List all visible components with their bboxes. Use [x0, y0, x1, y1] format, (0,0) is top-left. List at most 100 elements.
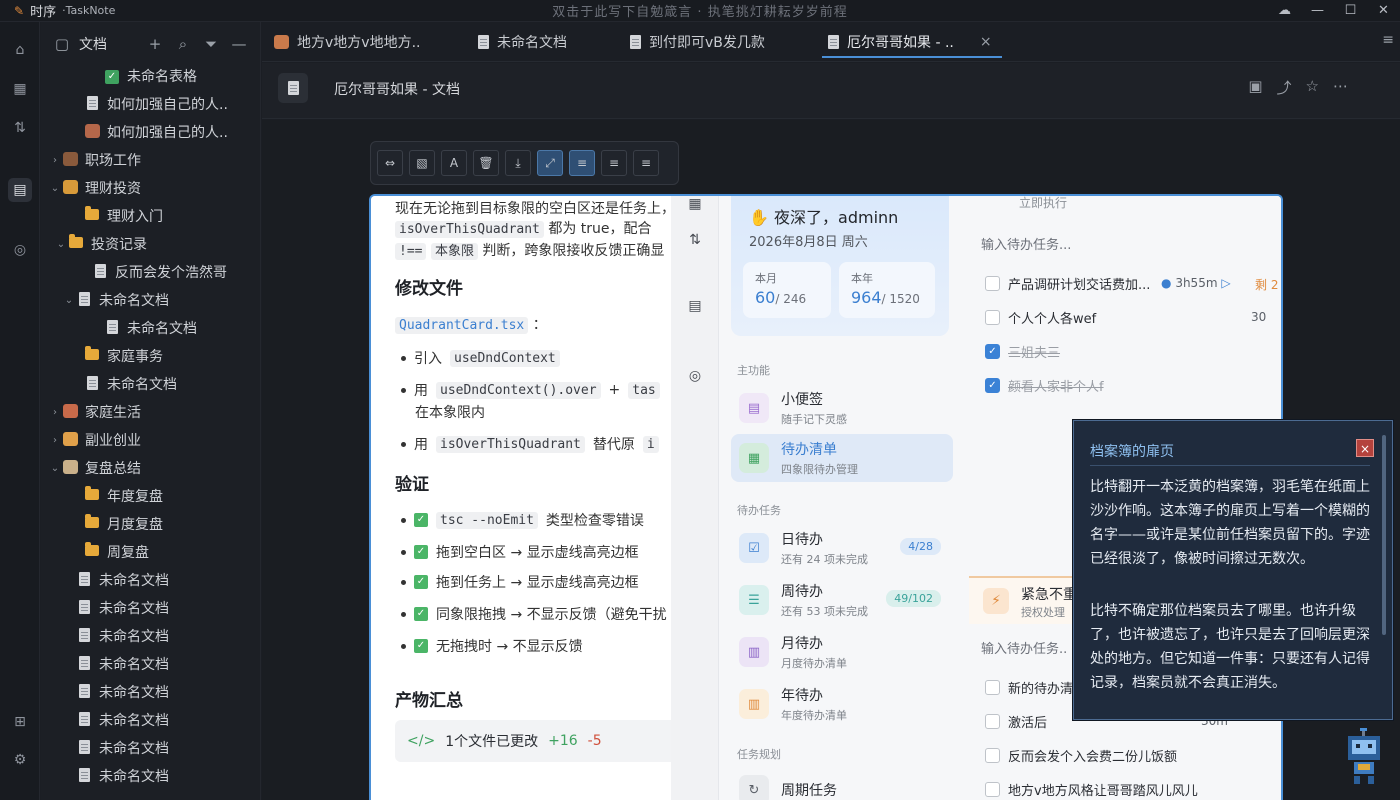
tree-item[interactable]: ✓ 未命名表格: [41, 62, 260, 90]
fit-image-icon[interactable]: ⤢: [537, 150, 563, 176]
time-text: 3h55m: [1175, 276, 1218, 290]
tab-doc-2[interactable]: 未命名文档: [478, 22, 567, 62]
tree-item[interactable]: 如何加强自己的人..: [41, 118, 260, 146]
share-icon[interactable]: ⤴: [1277, 77, 1292, 98]
tree-item[interactable]: 家庭事务: [41, 342, 260, 370]
tab-doc-1[interactable]: 地方v地方v地地方..: [274, 22, 420, 62]
maximize-button[interactable]: ☐: [1334, 0, 1367, 22]
tree-item[interactable]: 未命名文档: [41, 762, 260, 790]
tree-item-label: 未命名文档: [99, 293, 169, 309]
tree-item[interactable]: 未命名文档: [41, 622, 260, 650]
folder-outline-icon: ▢: [54, 35, 70, 53]
tree-item[interactable]: 理财入门: [41, 202, 260, 230]
house-icon: [61, 403, 79, 421]
tab-doc-3[interactable]: 到付即可vB发几款: [630, 22, 765, 62]
todo-item[interactable]: 激活后: [985, 712, 1047, 731]
dialog-close-button[interactable]: ×: [1356, 439, 1374, 457]
tree-item[interactable]: 未命名文档: [41, 650, 260, 678]
todo-item-done[interactable]: ✓ 三姐夫三: [985, 342, 1060, 361]
motto-text[interactable]: 双击于此写下自勉箴言 · 执笔挑灯耕耘岁岁前程: [0, 1, 1400, 20]
resize-icon[interactable]: ⇔: [377, 150, 403, 176]
docs-icon[interactable]: ▤: [8, 178, 32, 202]
clipboard-icon[interactable]: ▣: [1248, 77, 1262, 98]
chevron-icon[interactable]: ⌄: [63, 295, 75, 306]
tab-doc-4-active[interactable]: 厄尔哥哥如果 - .. ×: [822, 22, 1002, 62]
tree-item[interactable]: 如何加强自己的人..: [41, 90, 260, 118]
tree-item-label: 未命名表格: [127, 69, 197, 85]
align-left-icon[interactable]: ≡: [569, 150, 595, 176]
cloud-sync-icon[interactable]: ☁: [1268, 0, 1301, 22]
filter-icon[interactable]: ⏷: [200, 35, 222, 53]
tree-item[interactable]: 未命名文档: [41, 594, 260, 622]
chevron-icon[interactable]: ›: [49, 155, 61, 166]
tree-item[interactable]: 反而会发个浩然哥: [41, 258, 260, 286]
board-icon[interactable]: ▦: [8, 77, 32, 101]
apps-icon[interactable]: ⊞: [8, 710, 32, 734]
search-icon[interactable]: ⌕: [172, 35, 194, 53]
calendar-year-icon: ▥: [739, 689, 769, 719]
dialog-scrollbar[interactable]: [1382, 435, 1386, 635]
tree-item[interactable]: 周复盘: [41, 538, 260, 566]
memo-icon: [61, 459, 79, 477]
tree-item[interactable]: 月度复盘: [41, 510, 260, 538]
title-bar: ✎ 时序 ·TaskNote 双击于此写下自勉箴言 · 执笔挑灯耕耘岁岁前程 ☁ …: [0, 0, 1400, 22]
tree-item[interactable]: ⌄ 复盘总结: [41, 454, 260, 482]
chevron-icon[interactable]: ⌄: [55, 239, 67, 250]
tree-item[interactable]: › 副业创业: [41, 426, 260, 454]
align-right-icon[interactable]: ≡: [633, 150, 659, 176]
caption-icon[interactable]: A: [441, 150, 467, 176]
add-icon[interactable]: +: [144, 35, 166, 53]
tree-item[interactable]: › 职场工作: [41, 146, 260, 174]
todo-input[interactable]: 输入待办任务...: [981, 234, 1071, 253]
sync-icon[interactable]: ⇅: [8, 116, 32, 140]
tree-item[interactable]: ⌄ 投资记录: [41, 230, 260, 258]
minimize-button[interactable]: —: [1301, 0, 1334, 22]
delete-icon[interactable]: 🗑: [473, 150, 499, 176]
intro-text: 都为 true，配合: [548, 221, 652, 237]
close-window-button[interactable]: ✕: [1367, 0, 1400, 22]
todo-text: 产品调研计划交话费加...: [1008, 278, 1151, 293]
tree-item[interactable]: 年度复盘: [41, 482, 260, 510]
tree-item[interactable]: ⌄ 未命名文档: [41, 286, 260, 314]
settings-dot-icon[interactable]: ◎: [8, 238, 32, 262]
chevron-icon[interactable]: ›: [49, 407, 61, 418]
tab-close-button[interactable]: ×: [980, 34, 992, 50]
tree-item[interactable]: 未命名文档: [41, 370, 260, 398]
tree-item[interactable]: › 家庭生活: [41, 398, 260, 426]
chevron-icon[interactable]: ⌄: [49, 463, 61, 474]
stat-number: 964: [851, 288, 882, 307]
download-icon[interactable]: ⤓: [505, 150, 531, 176]
todo-item[interactable]: 产品调研计划交话费加...: [985, 274, 1150, 293]
file-link[interactable]: QuadrantCard.tsx: [395, 317, 529, 334]
doc-icon: [75, 739, 93, 757]
align-center-icon[interactable]: ≡: [601, 150, 627, 176]
tree-item[interactable]: 未命名文档: [41, 678, 260, 706]
stat-total: / 246: [775, 292, 807, 306]
robot-mascot-icon[interactable]: [1340, 728, 1388, 786]
more-icon[interactable]: ⋯: [1333, 77, 1348, 98]
tree-item-label: 年度复盘: [107, 489, 163, 505]
stat-month: 本月 60/ 246: [743, 262, 831, 318]
chevron-icon[interactable]: ⌄: [49, 183, 61, 194]
todo-item-done[interactable]: ✓ 颜看人家非个人f: [985, 376, 1104, 395]
replace-image-icon[interactable]: ▧: [409, 150, 435, 176]
todo-item[interactable]: 新的待办清: [985, 678, 1073, 697]
chevron-icon[interactable]: ›: [49, 435, 61, 446]
tree-item[interactable]: 未命名文档: [41, 566, 260, 594]
gear-icon[interactable]: ⚙: [8, 748, 32, 772]
play-icon[interactable]: ▷: [1221, 276, 1230, 290]
tree-item[interactable]: 未命名文档: [41, 734, 260, 762]
todo-item[interactable]: 地方v地方风格让哥哥踏风儿风儿: [985, 780, 1198, 799]
tree-item[interactable]: 未命名文档: [41, 314, 260, 342]
collapse-icon[interactable]: —: [228, 35, 250, 53]
star-icon[interactable]: ☆: [1306, 77, 1319, 98]
todo-item[interactable]: 反而会发个入会费二份儿饭额: [985, 746, 1177, 765]
tab-menu-icon[interactable]: ≡: [1382, 32, 1394, 48]
stat-total: / 1520: [881, 292, 920, 306]
tree-item[interactable]: 未命名文档: [41, 706, 260, 734]
home-icon[interactable]: ⌂: [8, 38, 32, 62]
tree-item[interactable]: ⌄ 理财投资: [41, 174, 260, 202]
nav-day: ☑ 日待办 还有 24 项未完成 4/28: [731, 524, 953, 572]
todo-input-2[interactable]: 输入待办任务..: [981, 638, 1067, 657]
todo-item[interactable]: 个人个人各wef: [985, 308, 1096, 327]
